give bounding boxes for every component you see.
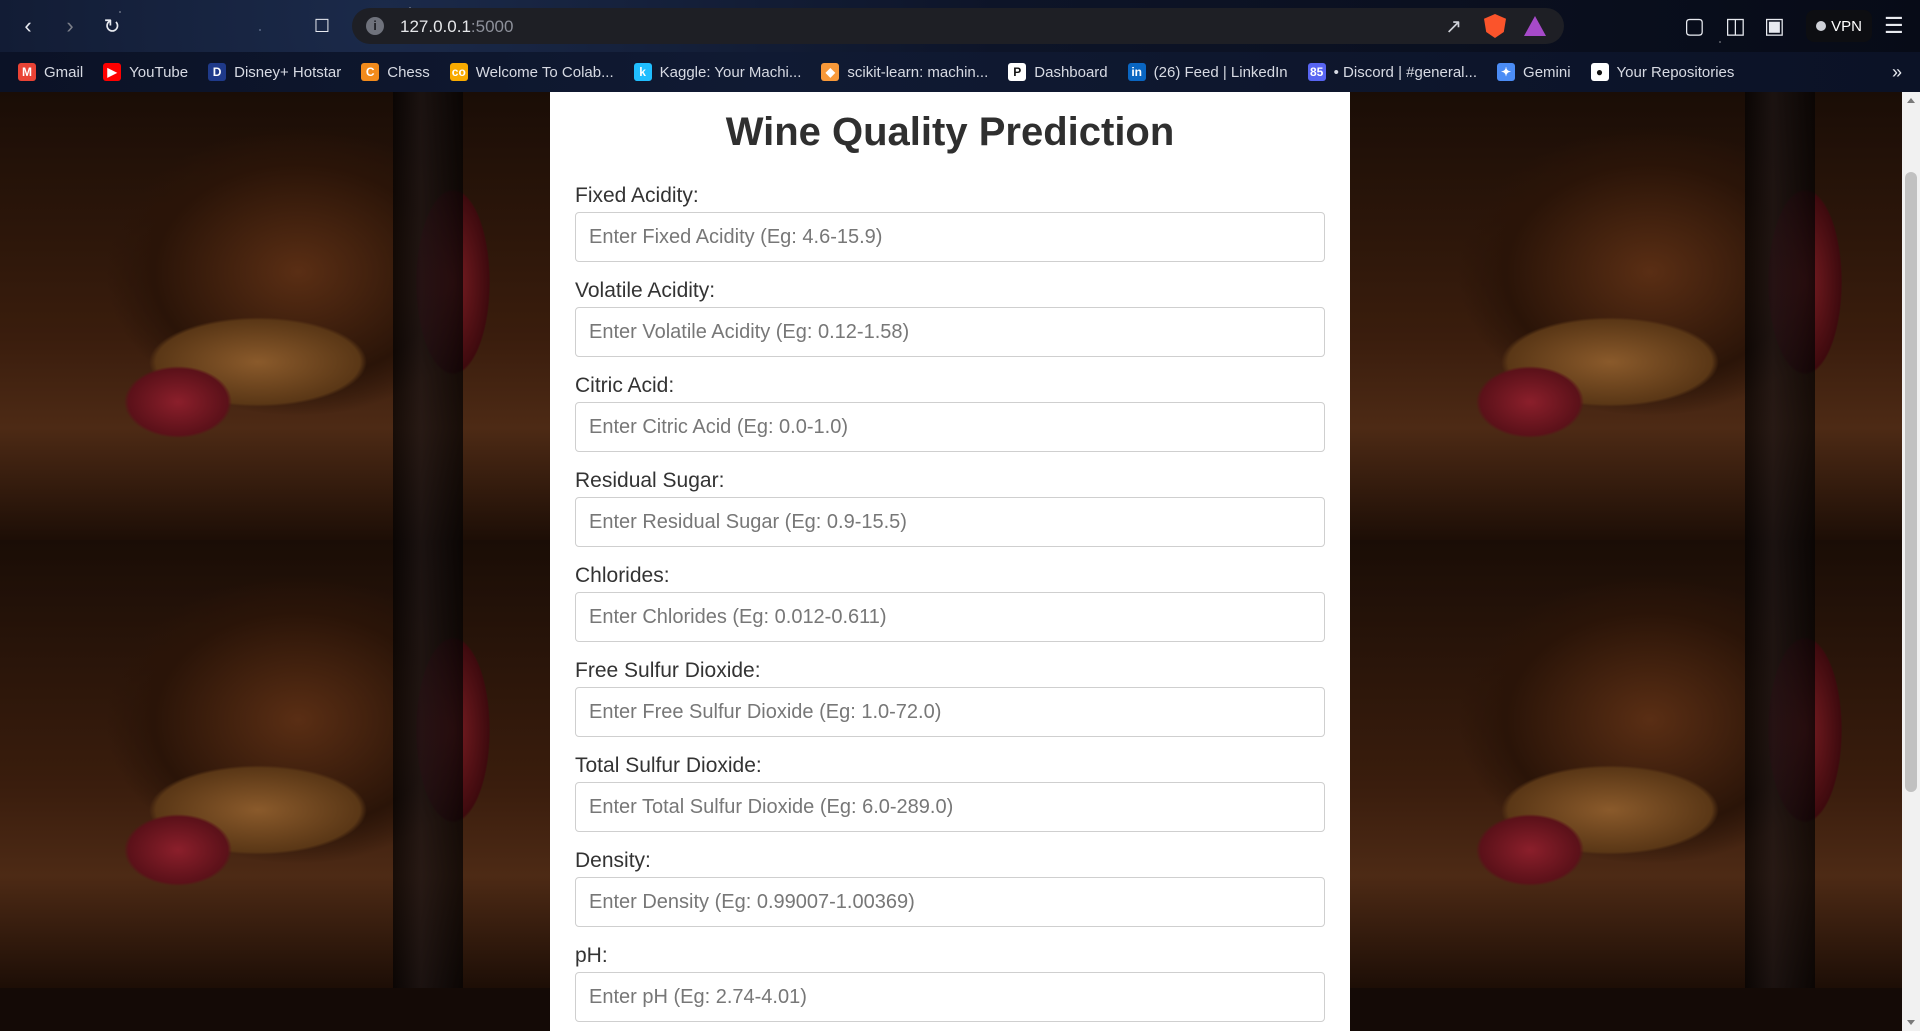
gemini-icon: ✦ (1497, 63, 1516, 81)
residual-sugar-input[interactable] (575, 497, 1325, 547)
share-icon[interactable]: ↗ (1445, 14, 1462, 39)
residual-sugar-field: Residual Sugar: (575, 467, 1325, 547)
total-sulfur-dioxide-input[interactable] (575, 782, 1325, 832)
vpn-label: VPN (1831, 17, 1862, 35)
youtube-icon: ▶ (103, 63, 122, 81)
residual-sugar-label: Residual Sugar: (575, 469, 725, 492)
background-image (0, 92, 550, 540)
fixed-acidity-input[interactable] (575, 212, 1325, 262)
bookmark-label: Welcome To Colab... (475, 63, 614, 81)
bookmark-label: scikit-learn: machin... (847, 63, 989, 81)
ph-input[interactable] (575, 972, 1325, 1022)
total-sulfur-dioxide-field: Total Sulfur Dioxide: (575, 752, 1325, 832)
bookmarks-bar: M Gmail ▶ YouTube D Disney+ Hotstar C Chess co We… (0, 52, 1920, 92)
bookmark-colab[interactable]: co Welcome To Colab... (449, 63, 614, 81)
wallet-icon[interactable]: ▣ (1764, 13, 1785, 39)
citric-acid-label: Citric Acid: (575, 374, 675, 397)
hotstar-icon: D (208, 63, 227, 81)
vpn-button[interactable]: VPN (1806, 10, 1872, 42)
background-image (1350, 540, 1902, 988)
bookmark-label: Chess (387, 63, 430, 81)
page-title: Wine Quality Prediction (725, 110, 1175, 154)
dashboard-icon: P (1008, 63, 1027, 81)
volatile-acidity-input[interactable] (575, 307, 1325, 357)
bookmark-chess[interactable]: C Chess (361, 63, 430, 81)
free-sulfur-dioxide-label: Free Sulfur Dioxide: (575, 659, 761, 682)
background-image (0, 540, 550, 988)
brave-shields-icon[interactable] (1484, 14, 1506, 38)
more-bookmarks-icon[interactable]: » (1892, 62, 1902, 83)
density-field: Density: (575, 847, 1325, 927)
free-sulfur-dioxide-field: Free Sulfur Dioxide: (575, 657, 1325, 737)
scrollbar-thumb[interactable] (1905, 172, 1917, 792)
bookmark-scikit-learn[interactable]: ◆ scikit-learn: machin... (821, 63, 988, 81)
kaggle-icon: k (633, 63, 652, 81)
reload-icon[interactable]: ↻ (98, 12, 126, 40)
scikit-learn-icon: ◆ (821, 63, 840, 81)
github-icon: ● (1590, 63, 1609, 81)
bookmark-label: Your Repositories (1616, 63, 1735, 81)
page-viewport: Wine Quality Prediction Fixed Acidity: Vo… (0, 92, 1902, 1031)
bookmark-icon[interactable]: ☐ (308, 12, 336, 40)
scroll-down-icon[interactable] (1907, 1020, 1915, 1025)
linkedin-icon: in (1127, 63, 1146, 81)
colab-icon: co (449, 63, 468, 81)
bookmark-dashboard[interactable]: P Dashboard (1008, 63, 1108, 81)
page-scrollbar[interactable] (1902, 92, 1920, 1031)
fixed-acidity-label: Fixed Acidity: (575, 184, 699, 207)
vpn-status-icon (1816, 21, 1827, 31)
density-input[interactable] (575, 877, 1325, 927)
bookmark-label: Disney+ Hotstar (234, 63, 342, 81)
url-text[interactable]: 127.0.0.1:5000 (400, 17, 513, 37)
bookmark-label: • Discord | #general... (1333, 63, 1478, 81)
discord-icon: 85 (1307, 63, 1326, 81)
free-sulfur-dioxide-input[interactable] (575, 687, 1325, 737)
density-label: Density: (575, 849, 651, 872)
fixed-acidity-field: Fixed Acidity: (575, 182, 1325, 262)
brave-rewards-icon[interactable] (1524, 16, 1546, 36)
citric-acid-input[interactable] (575, 402, 1325, 452)
chlorides-label: Chlorides: (575, 564, 670, 587)
bookmark-label: Gmail (44, 63, 84, 81)
bookmark-gemini[interactable]: ✦ Gemini (1497, 63, 1571, 81)
chlorides-input[interactable] (575, 592, 1325, 642)
forward-icon[interactable]: › (56, 12, 84, 40)
extensions-icon[interactable]: ▢ (1684, 13, 1705, 39)
bookmark-gmail[interactable]: M Gmail (18, 63, 83, 81)
bookmark-github[interactable]: ● Your Repositories (1590, 63, 1735, 81)
bookmark-label: Dashboard (1034, 63, 1108, 81)
chess-icon: C (361, 63, 380, 81)
back-icon[interactable]: ‹ (14, 12, 42, 40)
total-sulfur-dioxide-label: Total Sulfur Dioxide: (575, 754, 762, 777)
bookmark-label: YouTube (129, 63, 189, 81)
bookmark-linkedin[interactable]: in (26) Feed | LinkedIn (1127, 63, 1288, 81)
ph-label: pH: (575, 944, 608, 967)
bookmark-hotstar[interactable]: D Disney+ Hotstar (208, 63, 341, 81)
gmail-icon: M (18, 63, 36, 81)
prediction-form: Wine Quality Prediction Fixed Acidity: Vo… (550, 92, 1350, 1031)
bookmark-label: Kaggle: Your Machi... (659, 63, 802, 81)
bookmark-youtube[interactable]: ▶ YouTube (103, 63, 188, 81)
bookmark-discord[interactable]: 85 • Discord | #general... (1307, 63, 1478, 81)
citric-acid-field: Citric Acid: (575, 372, 1325, 452)
volatile-acidity-label: Volatile Acidity: (575, 279, 716, 302)
site-info-icon[interactable]: i (366, 17, 384, 35)
address-bar[interactable]: i 127.0.0.1:5000 ↗ (352, 8, 1564, 44)
bookmark-kaggle[interactable]: k Kaggle: Your Machi... (633, 63, 802, 81)
sidebar-icon[interactable]: ◫ (1725, 13, 1746, 39)
background-image (1350, 92, 1902, 540)
volatile-acidity-field: Volatile Acidity: (575, 277, 1325, 357)
scroll-up-icon[interactable] (1907, 98, 1915, 103)
bookmark-label: (26) Feed | LinkedIn (1153, 63, 1288, 81)
bookmark-label: Gemini (1523, 63, 1571, 81)
browser-toolbar: ‹ › ↻ ☐ i 127.0.0.1:5000 ↗ ▢ ◫ ▣ VPN ☰ (0, 0, 1920, 52)
chlorides-field: Chlorides: (575, 562, 1325, 642)
ph-field: pH: (575, 942, 1325, 1022)
menu-icon[interactable]: ☰ (1884, 13, 1904, 39)
